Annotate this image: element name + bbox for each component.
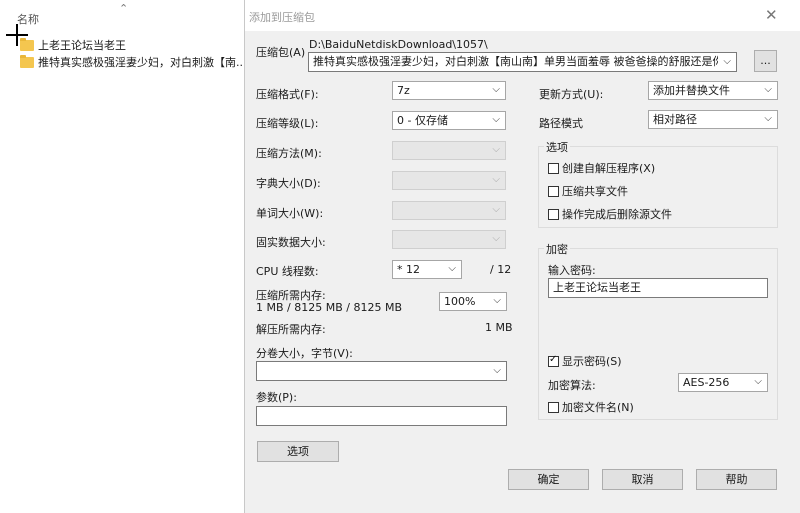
shared-checkbox[interactable]: 压缩共享文件 — [548, 183, 628, 199]
solid-size-label: 固实数据大小: — [256, 236, 326, 249]
delete-source-label: 操作完成后删除源文件 — [562, 208, 672, 221]
cpu-threads-label: CPU 线程数: — [256, 265, 319, 278]
password-input[interactable]: 上老王论坛当老王 — [548, 278, 768, 298]
show-password-checkbox[interactable]: 显示密码(S) — [548, 353, 622, 369]
chevron-down-icon: ⌵ — [764, 113, 772, 124]
level-select[interactable]: 0 - 仅存储 ⌵ — [392, 111, 506, 130]
format-value: 7z — [397, 84, 410, 97]
show-password-label: 显示密码(S) — [562, 355, 622, 368]
encrypt-names-checkbox[interactable]: 加密文件名(N) — [548, 399, 634, 415]
chevron-down-icon: ⌵ — [492, 144, 500, 155]
chevron-down-icon: ⌵ — [492, 204, 500, 215]
archive-path: D:\BaiduNetdiskDownload\1057\ — [309, 38, 488, 51]
format-select[interactable]: 7z ⌵ — [392, 81, 506, 100]
method-select[interactable]: ⌵ — [392, 141, 506, 160]
encryption-method-select[interactable]: AES-256 ⌵ — [678, 373, 768, 392]
chevron-down-icon: ⌵ — [754, 376, 762, 387]
cpu-threads-value: * 12 — [397, 263, 420, 276]
path-mode-value: 相对路径 — [653, 113, 697, 126]
file-name: 上老王论坛当老王 — [38, 39, 126, 52]
checkbox-icon — [548, 208, 559, 220]
checkbox-icon — [548, 401, 559, 413]
split-size-combo[interactable]: ⌵ — [256, 361, 507, 381]
mem-decompress-value: 1 MB — [485, 321, 513, 334]
checkbox-icon — [548, 162, 559, 174]
update-mode-value: 添加并替换文件 — [653, 84, 730, 97]
chevron-down-icon: ⌵ — [493, 365, 501, 376]
delete-source-checkbox[interactable]: 操作完成后删除源文件 — [548, 206, 672, 222]
dict-size-select[interactable]: ⌵ — [392, 171, 506, 190]
encryption-method-value: AES-256 — [683, 376, 730, 389]
sfx-label: 创建自解压程序(X) — [562, 162, 656, 175]
mem-compress-value: 1 MB / 8125 MB / 8125 MB — [256, 301, 402, 314]
help-button[interactable]: 帮助 — [696, 469, 777, 490]
password-label: 输入密码: — [548, 264, 596, 277]
format-label: 压缩格式(F): — [256, 88, 319, 101]
ok-button[interactable]: 确定 — [508, 469, 589, 490]
encryption-group-title: 加密 — [544, 241, 570, 257]
options-group-title: 选项 — [544, 139, 570, 155]
split-label: 分卷大小，字节(V): — [256, 347, 353, 360]
level-value: 0 - 仅存储 — [397, 114, 448, 127]
folder-icon — [20, 54, 34, 68]
options-button[interactable]: 选项 — [257, 441, 339, 462]
chevron-down-icon: ⌵ — [764, 84, 772, 95]
cancel-button[interactable]: 取消 — [602, 469, 683, 490]
solid-size-select[interactable]: ⌵ — [392, 230, 506, 249]
path-mode-label: 路径模式 — [539, 117, 583, 130]
archive-name-combo[interactable]: 推特真实感极强淫妻少妇，对白刺激【南山南】单男当面羞辱 被爸爸操的舒服还是你老公… — [308, 52, 737, 72]
mem-decompress-label: 解压所需内存: — [256, 323, 326, 336]
dict-size-label: 字典大小(D): — [256, 177, 321, 190]
mem-percent-value: 100% — [444, 295, 476, 308]
word-size-label: 单词大小(W): — [256, 207, 324, 220]
chevron-down-icon: ⌵ — [492, 233, 500, 244]
chevron-down-icon[interactable]: ⌵ — [723, 53, 731, 70]
encryption-method-label: 加密算法: — [548, 379, 596, 392]
chevron-down-icon: ⌵ — [448, 263, 456, 274]
level-label: 压缩等级(L): — [256, 117, 319, 130]
update-mode-select[interactable]: 添加并替换文件 ⌵ — [648, 81, 778, 100]
chevron-down-icon: ⌵ — [493, 295, 501, 306]
chevron-down-icon: ⌵ — [492, 174, 500, 185]
path-mode-select[interactable]: 相对路径 ⌵ — [648, 110, 778, 129]
archive-label: 压缩包(A) — [256, 46, 306, 59]
mem-percent-select[interactable]: 100% ⌵ — [439, 292, 507, 311]
params-label: 参数(P): — [256, 391, 297, 404]
cpu-threads-max: / 12 — [490, 263, 512, 276]
sort-up-icon[interactable]: ⌃ — [119, 2, 128, 15]
list-item[interactable]: 推特真实感极强淫妻少妇，对白刺激【南... — [20, 53, 242, 71]
add-to-archive-dialog: 添加到压缩包 ✕ 压缩包(A) D:\BaiduNetdiskDownload\… — [244, 0, 800, 513]
update-mode-label: 更新方式(U): — [539, 88, 604, 101]
cpu-threads-select[interactable]: * 12 ⌵ — [392, 260, 462, 279]
encrypt-names-label: 加密文件名(N) — [562, 401, 634, 414]
dialog-title: 添加到压缩包 — [249, 11, 315, 24]
sfx-checkbox[interactable]: 创建自解压程序(X) — [548, 160, 655, 176]
title-bar: 添加到压缩包 ✕ — [245, 0, 800, 31]
close-icon[interactable]: ✕ — [765, 6, 778, 24]
password-value: 上老王论坛当老王 — [553, 281, 641, 294]
word-size-select[interactable]: ⌵ — [392, 201, 506, 220]
method-label: 压缩方法(M): — [256, 147, 322, 160]
file-explorer: ⌃ 名称 上老王论坛当老王 推特真实感极强淫妻少妇，对白刺激【南... — [0, 0, 245, 513]
chevron-down-icon: ⌵ — [492, 84, 500, 95]
chevron-down-icon: ⌵ — [492, 114, 500, 125]
crosshair-cursor-icon — [6, 24, 28, 46]
params-input[interactable] — [256, 406, 507, 426]
shared-label: 压缩共享文件 — [562, 185, 628, 198]
checkbox-icon — [548, 185, 559, 197]
file-name: 推特真实感极强淫妻少妇，对白刺激【南... — [38, 56, 242, 69]
archive-name-value: 推特真实感极强淫妻少妇，对白刺激【南山南】单男当面羞辱 被爸爸操的舒服还是你老公 — [313, 55, 718, 68]
list-item[interactable]: 上老王论坛当老王 — [20, 36, 242, 54]
browse-button[interactable]: ... — [754, 50, 777, 72]
checkbox-checked-icon — [548, 354, 559, 367]
